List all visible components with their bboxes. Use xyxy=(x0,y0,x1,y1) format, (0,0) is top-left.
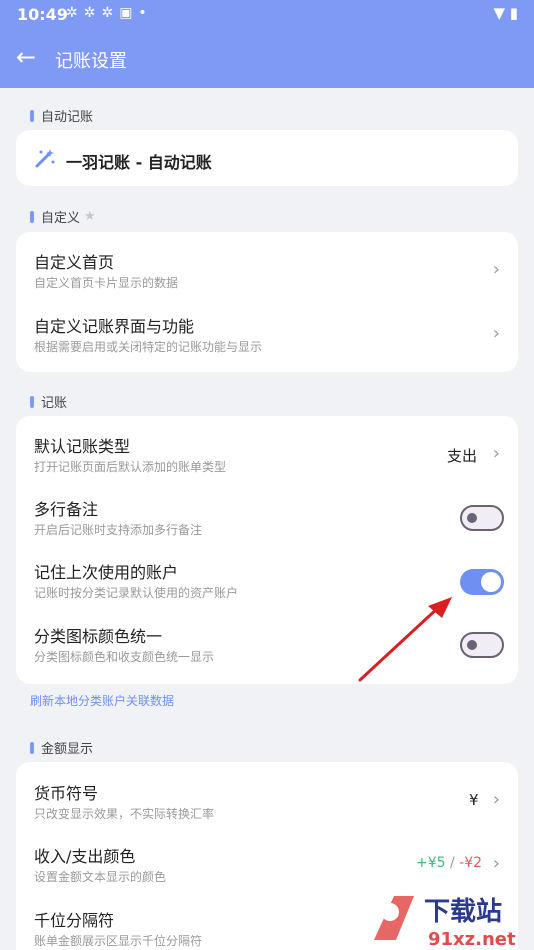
chevron-right-icon: › xyxy=(492,789,500,810)
item-title: 默认记账类型 xyxy=(34,437,131,456)
chevron-right-icon: › xyxy=(492,443,500,464)
remember-account-toggle[interactable] xyxy=(460,569,504,595)
item-title: 多行备注 xyxy=(34,500,99,519)
site-watermark-logo: 下载站 91xz.net xyxy=(374,896,516,950)
item-subtitle: 账单金额展示区显示千位分隔符 xyxy=(34,934,203,948)
magic-wand-icon xyxy=(35,149,55,168)
multiline-note-toggle[interactable] xyxy=(460,505,504,531)
refresh-link[interactable]: 刷新本地分类账户关联数据 xyxy=(30,692,174,709)
watermark-text: 下载站 xyxy=(424,897,502,927)
section-custom-label: 自定义 ★ xyxy=(30,207,96,226)
chevron-right-icon: › xyxy=(492,323,500,344)
item-title: 收入/支出颜色 xyxy=(34,847,136,866)
item-title: 货币符号 xyxy=(34,784,99,803)
section-bookkeeping-label: 记账 xyxy=(30,392,67,411)
color-separator: / xyxy=(445,855,460,871)
color-preview: +¥5 / -¥2 xyxy=(416,855,482,871)
icon-color-item: 分类图标颜色统一 分类图标颜色和收支颜色统一显示 xyxy=(34,623,504,667)
currency-item[interactable]: 货币符号 只改变显示效果，不实际转换汇率 xyxy=(34,780,504,824)
item-subtitle: 记账时按分类记录默认使用的资产账户 xyxy=(34,586,239,600)
item-title: 自定义记账界面与功能 xyxy=(34,317,195,336)
currency-value: ¥ xyxy=(469,791,479,809)
chevron-right-icon: › xyxy=(492,853,500,874)
bookkeeping-card: 默认记账类型 打开记账页面后默认添加的账单类型 支出 › 多行备注 开启后记账时… xyxy=(16,416,518,684)
star-icon: ★ xyxy=(84,209,96,224)
item-subtitle: 分类图标颜色和收支颜色统一显示 xyxy=(34,650,215,664)
remember-account-item: 记住上次使用的账户 记账时按分类记录默认使用的资产账户 xyxy=(34,559,504,603)
watermark-url: 91xz.net xyxy=(428,929,516,950)
status-time: 10:49 xyxy=(17,5,68,24)
expense-sample: -¥2 xyxy=(459,855,483,871)
custom-ui-item[interactable]: 自定义记账界面与功能 根据需要启用或关闭特定的记账功能与显示 xyxy=(34,313,504,357)
item-subtitle: 设置金额文本显示的颜色 xyxy=(34,870,167,884)
item-subtitle: 打开记账页面后默认添加的账单类型 xyxy=(34,460,227,474)
notification-icons: ✲✲✲▣• xyxy=(66,5,153,21)
item-subtitle: 开启后记账时支持添加多行备注 xyxy=(34,523,203,537)
income-sample: +¥5 xyxy=(416,855,446,871)
custom-home-item[interactable]: 自定义首页 自定义首页卡片显示的数据 xyxy=(34,249,504,293)
item-title: 千位分隔符 xyxy=(34,911,115,930)
item-subtitle: 只改变显示效果，不实际转换汇率 xyxy=(34,807,215,821)
item-title: 记住上次使用的账户 xyxy=(34,563,179,582)
default-type-item[interactable]: 默认记账类型 打开记账页面后默认添加的账单类型 xyxy=(34,433,504,477)
auto-bookkeeping-title: 一羽记账 - 自动记账 xyxy=(66,153,212,172)
item-subtitle: 根据需要启用或关闭特定的记账功能与显示 xyxy=(34,340,263,354)
status-bar: 10:49 ✲✲✲▣• ▼ ▮ xyxy=(0,0,534,30)
multiline-note-item: 多行备注 开启后记账时支持添加多行备注 xyxy=(34,496,504,540)
chevron-right-icon: › xyxy=(492,259,500,280)
item-title: 自定义首页 xyxy=(34,253,115,272)
section-amount-label: 金额显示 xyxy=(30,738,93,757)
item-subtitle: 自定义首页卡片显示的数据 xyxy=(34,276,179,290)
custom-card: 自定义首页 自定义首页卡片显示的数据 › 自定义记账界面与功能 根据需要启用或关… xyxy=(16,232,518,372)
section-auto-label: 自动记账 xyxy=(30,106,93,125)
app-bar: ← 记账设置 xyxy=(0,30,534,88)
page-title: 记账设置 xyxy=(55,51,127,72)
icon-color-toggle[interactable] xyxy=(460,632,504,658)
arrow-left-icon[interactable]: ← xyxy=(16,43,36,71)
default-type-value: 支出 xyxy=(447,447,478,465)
wifi-battery-icons: ▼ ▮ xyxy=(493,4,518,22)
item-title: 分类图标颜色统一 xyxy=(34,627,163,646)
auto-bookkeeping-card[interactable]: 一羽记账 - 自动记账 xyxy=(16,130,518,186)
